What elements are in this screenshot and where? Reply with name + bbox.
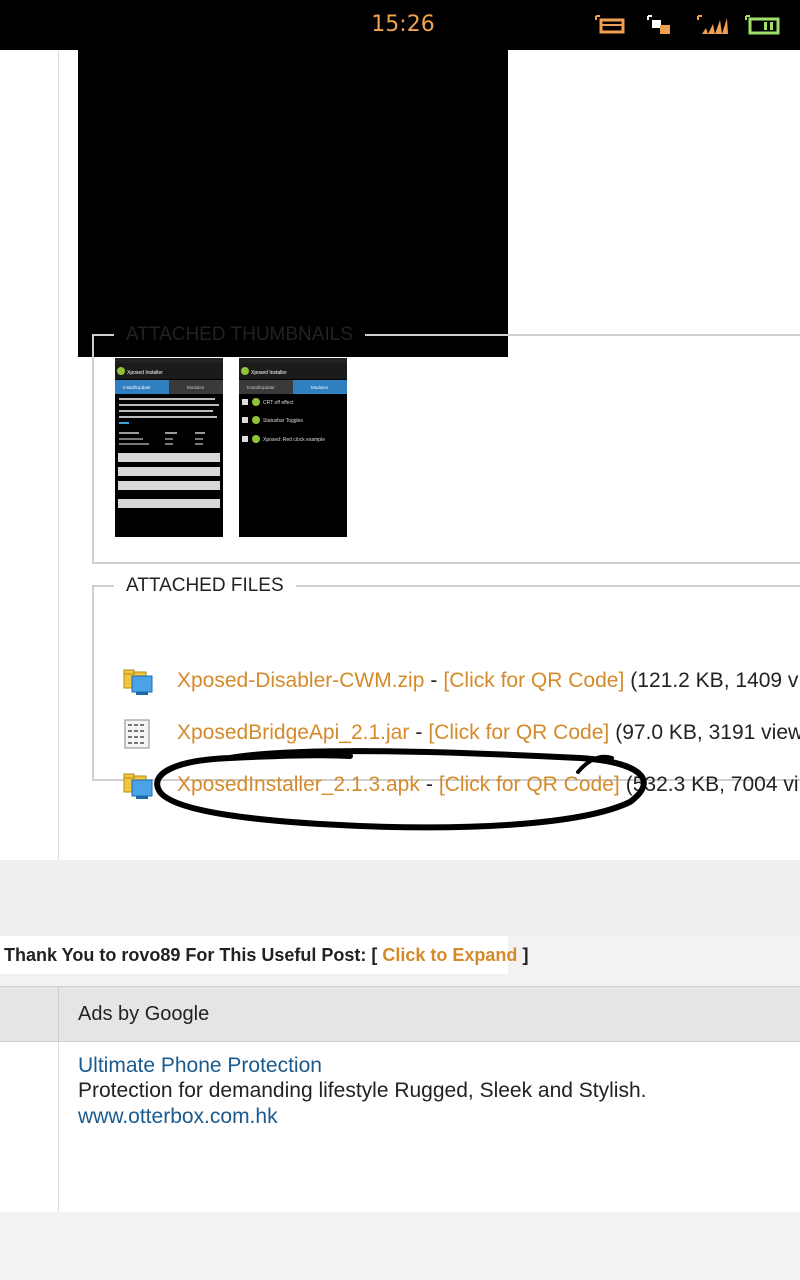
thanks-bar: Thank You to rovo89 For This Useful Post…: [0, 936, 528, 974]
screen-icon: [595, 15, 625, 34]
qr-code-link[interactable]: [Click for QR Code]: [428, 721, 609, 744]
attachment-separator: -: [430, 669, 438, 692]
jar-file-icon: [124, 719, 150, 749]
ad-body: Ultimate Phone Protection Protection for…: [0, 1042, 800, 1212]
attachment-link[interactable]: XposedBridgeApi_2.1.jar: [177, 721, 409, 744]
attachment-separator: -: [415, 721, 423, 744]
attachment-meta: (97.0 KB, 3191 view: [615, 721, 800, 744]
click-to-expand-link[interactable]: Click to Expand: [382, 945, 517, 965]
status-clock: 15:26: [371, 12, 435, 37]
post-column-divider: [58, 50, 59, 860]
attachment-link[interactable]: XposedInstaller_2.1.3.apk: [177, 773, 420, 796]
attachment-link[interactable]: Xposed-Disabler-CWM.zip: [177, 669, 424, 692]
ad-description: Protection for demanding lifestyle Rugge…: [78, 1079, 647, 1102]
battery-icon: [745, 15, 780, 35]
thumb-app-title: Xposed Installer: [127, 370, 163, 376]
thanks-text: Thank You to rovo89 For This Useful Post…: [4, 945, 378, 965]
post-image[interactable]: [78, 50, 508, 357]
attachment-meta: (121.2 KB, 1409 v: [630, 669, 799, 692]
svg-text:Xposed Installer: Xposed Installer: [251, 370, 287, 376]
attached-thumbnails-title: ATTACHED THUMBNAILS: [126, 324, 353, 345]
thumbnail-install[interactable]: Xposed Installer Install/Update Modules: [115, 358, 223, 537]
thumbnail-modules[interactable]: Xposed Installer Install/Update Modules …: [239, 358, 347, 537]
svg-text:Install/Update: Install/Update: [247, 385, 275, 390]
svg-text:CRT off effect: CRT off effect: [263, 400, 294, 406]
ads-by-google-label: Ads by Google: [78, 1003, 210, 1025]
ad-title-link[interactable]: Ultimate Phone Protection: [78, 1054, 322, 1078]
attachment-separator: -: [425, 773, 433, 796]
svg-text:Install/Update: Install/Update: [123, 385, 151, 390]
apk-file-icon: [123, 773, 153, 799]
signal-icon: [697, 15, 728, 34]
usb-debug-icon: [647, 15, 670, 34]
svg-text:Statusbar Toggles: Statusbar Toggles: [263, 418, 303, 424]
status-bar: 15:26: [0, 0, 800, 50]
svg-text:Xposed: Red clock example: Xposed: Red clock example: [263, 437, 325, 443]
zip-file-icon: [123, 669, 153, 695]
post-footer-band: [0, 860, 800, 936]
ads-header: Ads by Google: [0, 986, 800, 1043]
thanks-close-bracket: ]: [522, 945, 529, 965]
svg-text:Modules: Modules: [311, 385, 329, 390]
attached-files-title: ATTACHED FILES: [126, 575, 284, 596]
ad-url-link[interactable]: www.otterbox.com.hk: [78, 1105, 278, 1129]
qr-code-link[interactable]: [Click for QR Code]: [443, 669, 624, 692]
column-divider: [58, 1042, 59, 1212]
column-divider: [58, 987, 59, 1043]
attachment-meta: (532.3 KB, 7004 vi: [625, 773, 799, 796]
svg-text:Modules: Modules: [187, 385, 205, 390]
qr-code-link[interactable]: [Click for QR Code]: [439, 773, 620, 796]
